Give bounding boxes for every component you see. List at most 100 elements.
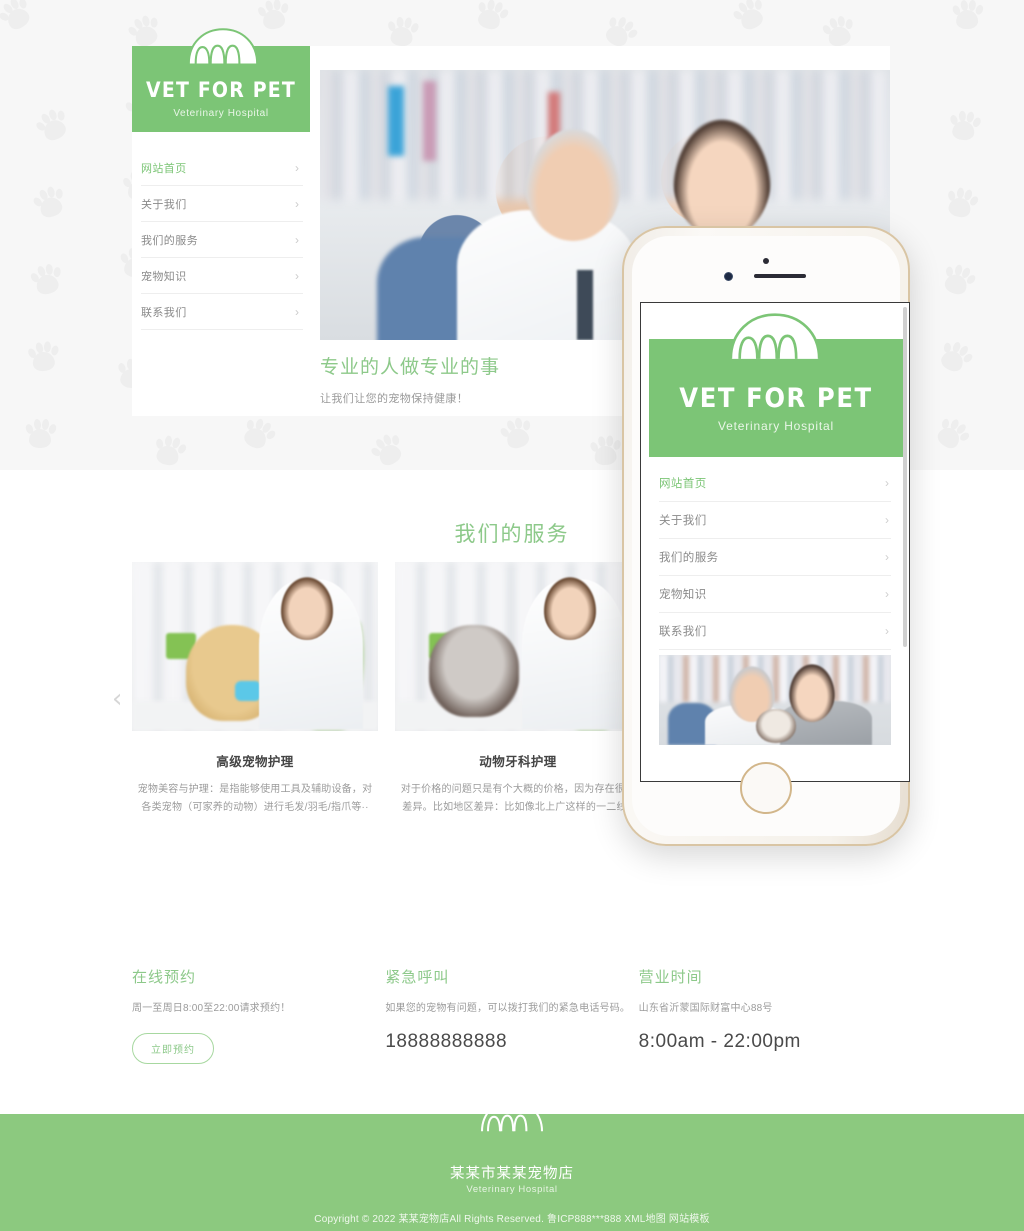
service-description: 对于价格的问题只是有个大概的价格，因为存在很多差异。比如地区差异：比如像北上广这… (400, 784, 636, 813)
brand-title: VET FOR PET (146, 78, 296, 102)
earpiece-speaker (754, 274, 806, 278)
service-card[interactable]: 动物牙科护理对于价格的问题只是有个大概的价格，因为存在很多差异。比如地区差异：比… (395, 562, 641, 816)
service-photo (132, 562, 378, 731)
info-text: 山东省沂蒙国际财富中心88号 (638, 1003, 773, 1014)
chevron-right-icon: › (885, 624, 889, 638)
paw-icon (936, 257, 980, 301)
home-button[interactable] (740, 762, 792, 814)
mobile-nav[interactable]: 网站首页 › 关于我们 › 我们的服务 › 宠物知识 › 联系我们 › (659, 465, 891, 650)
info-text: 如果您的宠物有问题，可以拨打我们的紧急电话号码。 (385, 1003, 631, 1014)
chevron-right-icon: › (295, 196, 299, 211)
mobile-nav-item-label: 关于我们 (659, 515, 707, 527)
service-photo (395, 562, 641, 731)
mobile-nav-item-label: 网站首页 (659, 478, 707, 490)
book-now-button[interactable]: 立即预约 (132, 1033, 214, 1064)
sidebar-item-0[interactable]: 网站首页 › (141, 150, 303, 186)
sitemap-link[interactable]: XML地图 (624, 1214, 669, 1225)
screen-scrollbar[interactable] (903, 307, 907, 647)
sidebar-item-label: 我们的服务 (141, 234, 198, 247)
paw-icon (476, 1096, 548, 1134)
paw-icon (149, 430, 190, 470)
paw-icon (495, 412, 538, 455)
copyright-prefix: Copyright © 2022 (314, 1214, 399, 1225)
paw-icon (928, 409, 975, 456)
mobile-nav-item-3[interactable]: 宠物知识 › (659, 576, 891, 613)
mobile-brand-title: VET FOR PET (679, 383, 873, 414)
paw-icon (235, 410, 280, 455)
paw-icon (23, 416, 58, 450)
sidebar-item-label: 网站首页 (141, 162, 187, 175)
mobile-nav-item-4[interactable]: 联系我们 › (659, 613, 891, 650)
paw-icon (24, 337, 62, 375)
sidebar-item-label: 宠物知识 (141, 270, 187, 283)
chevron-right-icon: › (885, 476, 889, 490)
brand-subtitle: Veterinary Hospital (173, 108, 269, 119)
paw-icon (364, 427, 411, 470)
sidebar-nav[interactable]: 网站首页 › 关于我们 › 我们的服务 › 宠物知识 › 联系我们 › (141, 150, 303, 330)
chevron-right-icon: › (885, 587, 889, 601)
mobile-hero-image (659, 655, 891, 745)
chevron-right-icon: › (295, 160, 299, 175)
info-text: 周一至周日8:00至22:00请求预约！ (132, 1003, 291, 1014)
chevron-right-icon: › (885, 550, 889, 564)
chevron-right-icon: › (295, 304, 299, 319)
paw-icon (470, 0, 512, 35)
template-link[interactable]: 网站模板 (669, 1214, 710, 1225)
info-highlight: 18888888888 (385, 1031, 508, 1052)
phone-screen: VET FOR PET Veterinary Hospital 网站首页 › 关于我… (640, 302, 910, 782)
footer-subtitle: Veterinary Hospital (466, 1184, 558, 1195)
footer-copyright: Copyright © 2022 某某宠物店All Rights Reserve… (0, 1210, 1024, 1225)
mobile-nav-item-1[interactable]: 关于我们 › (659, 502, 891, 539)
mobile-nav-item-label: 联系我们 (659, 626, 707, 638)
icp-link[interactable]: 鲁ICP888***888 (547, 1214, 624, 1225)
info-columns: 在线预约周一至周日8:00至22:00请求预约！ 立即预约 紧急呼叫如果您的宠物有问… (132, 966, 892, 1064)
paw-icon (945, 106, 983, 143)
info-heading: 在线预约 (132, 969, 197, 986)
sidebar-item-label: 联系我们 (141, 306, 187, 319)
info-column-1: 紧急呼叫如果您的宠物有问题，可以拨打我们的紧急电话号码。 18888888888 (385, 966, 638, 1064)
sidebar-item-3[interactable]: 宠物知识 › (141, 258, 303, 294)
paw-icon (932, 333, 978, 379)
footer-site-name: 某某市某某宠物店 (450, 1166, 574, 1182)
mobile-brand-subtitle: Veterinary Hospital (718, 419, 834, 433)
paw-icon (0, 0, 39, 38)
paw-icon (587, 432, 624, 469)
info-column-0: 在线预约周一至周日8:00至22:00请求预约！ 立即预约 (132, 966, 385, 1064)
paw-icon (726, 0, 772, 37)
paw-icon (27, 180, 71, 224)
paw-icon (25, 258, 66, 299)
chevron-right-icon: › (885, 513, 889, 527)
sidebar-item-4[interactable]: 联系我们 › (141, 294, 303, 330)
copyright-company-link[interactable]: 某某宠物店 (398, 1214, 449, 1225)
paw-icon (950, 0, 985, 31)
mobile-nav-item-2[interactable]: 我们的服务 › (659, 539, 891, 576)
info-heading: 营业时间 (638, 969, 703, 986)
paw-icon (941, 182, 982, 223)
paw-icon (722, 309, 828, 365)
service-description: 宠物美容与护理：是指能够使用工具及辅助设备，对各类宠物（可家养的动物）进行毛发/… (137, 784, 373, 813)
chevron-right-icon: › (295, 232, 299, 247)
mobile-nav-item-label: 宠物知识 (659, 589, 707, 601)
paw-icon (384, 13, 421, 49)
mobile-nav-item-label: 我们的服务 (659, 552, 719, 564)
phone-mockup: VET FOR PET Veterinary Hospital 网站首页 › 关于我… (622, 226, 910, 846)
paw-icon (29, 102, 75, 148)
info-highlight: 8:00am - 22:00pm (638, 1031, 801, 1052)
site-footer: 某某市某某宠物店 Veterinary Hospital Copyright ©… (0, 1100, 1024, 1231)
paw-icon (182, 25, 264, 65)
carousel-prev-icon[interactable]: ‹ (112, 686, 122, 712)
sidebar-item-label: 关于我们 (141, 198, 187, 211)
front-camera-icon (763, 258, 769, 264)
mobile-nav-item-0[interactable]: 网站首页 › (659, 465, 891, 502)
copyright-rights: All Rights Reserved. (449, 1214, 548, 1225)
sensor-icon (724, 272, 733, 281)
phone-body: VET FOR PET Veterinary Hospital 网站首页 › 关于我… (632, 236, 910, 836)
service-title: 高级宠物护理 (216, 755, 294, 769)
service-title: 动物牙科护理 (479, 755, 557, 769)
sidebar-item-1[interactable]: 关于我们 › (141, 186, 303, 222)
sidebar-item-2[interactable]: 我们的服务 › (141, 222, 303, 258)
chevron-right-icon: › (295, 268, 299, 283)
info-heading: 紧急呼叫 (385, 969, 450, 986)
service-card[interactable]: 高级宠物护理宠物美容与护理：是指能够使用工具及辅助设备，对各类宠物（可家养的动物… (132, 562, 378, 816)
info-column-2: 营业时间山东省沂蒙国际财富中心88号 8:00am - 22:00pm (639, 966, 892, 1064)
